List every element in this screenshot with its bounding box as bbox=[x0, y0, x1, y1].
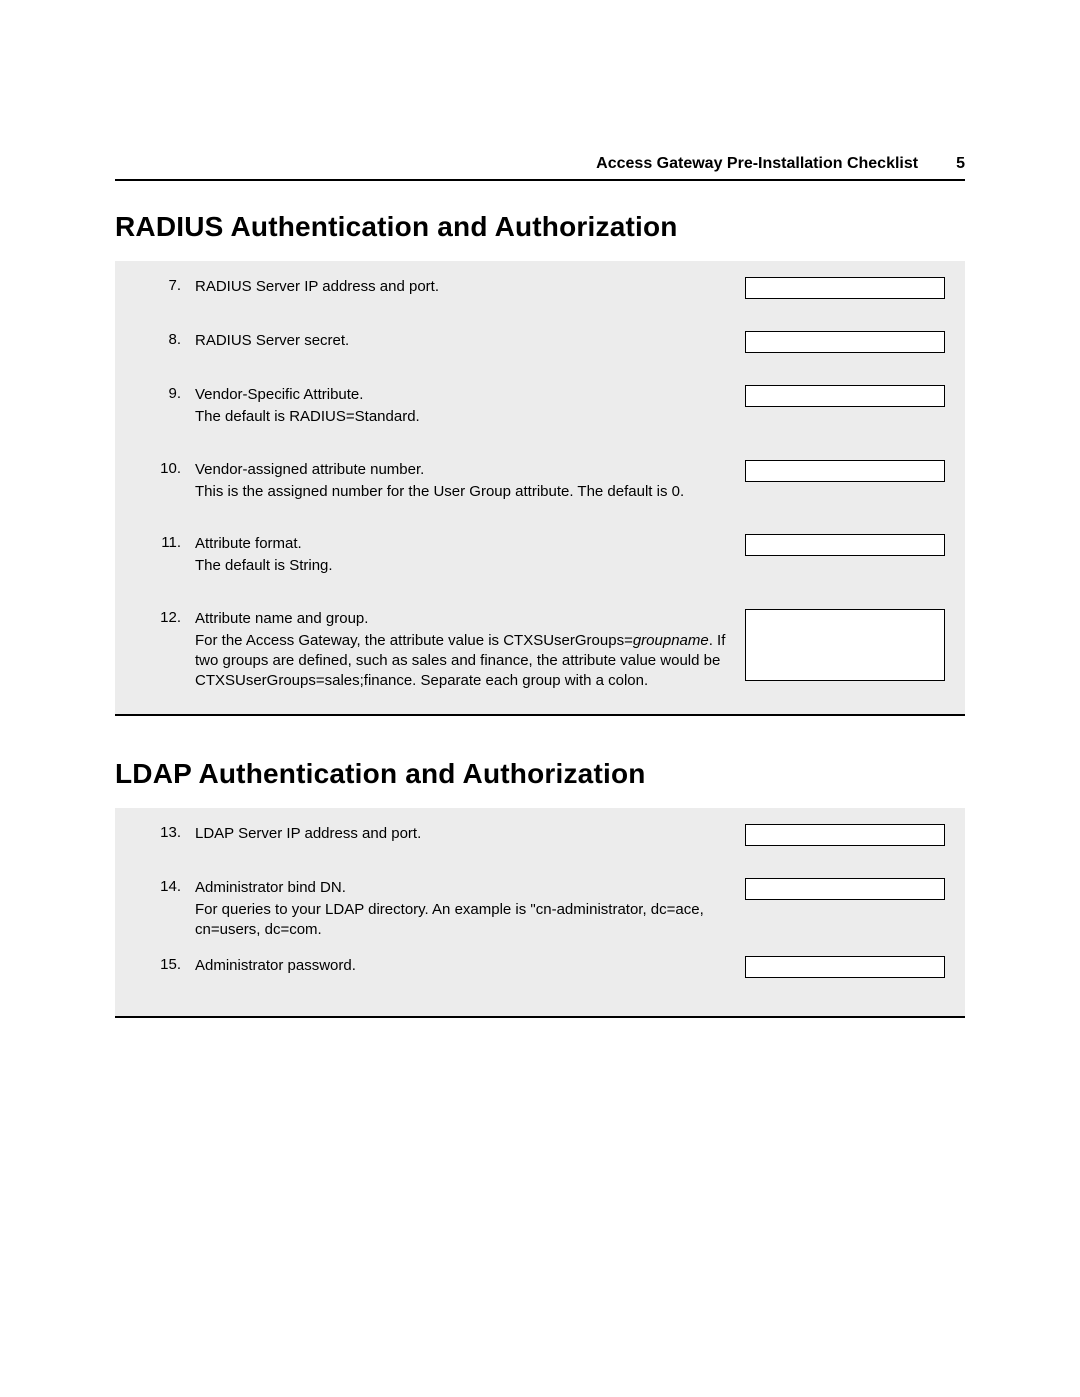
header-title: Access Gateway Pre-Installation Checklis… bbox=[596, 155, 956, 173]
row-7: 7. RADIUS Server IP address and port. bbox=[115, 269, 965, 323]
ldap-server-ip-input[interactable] bbox=[745, 824, 945, 846]
item-desc: For the Access Gateway, the attribute va… bbox=[195, 631, 727, 692]
row-11: 11. Attribute format. The default is Str… bbox=[115, 526, 965, 601]
label-text: Administrator bind DN. bbox=[195, 879, 346, 896]
item-number: 12. bbox=[137, 609, 195, 626]
desc-pre: For the Access Gateway, the attribute va… bbox=[195, 632, 633, 649]
input-col bbox=[745, 460, 951, 482]
item-label: Vendor-assigned attribute number. This i… bbox=[195, 460, 745, 503]
row-8: 8. RADIUS Server secret. bbox=[115, 323, 965, 377]
item-desc: This is the assigned number for the User… bbox=[195, 482, 727, 502]
label-text: LDAP Server IP address and port. bbox=[195, 825, 421, 842]
input-col bbox=[745, 385, 951, 407]
radius-server-ip-input[interactable] bbox=[745, 277, 945, 299]
vendor-specific-attr-input[interactable] bbox=[745, 385, 945, 407]
ldap-heading: LDAP Authentication and Authorization bbox=[115, 758, 965, 790]
row-14: 14. Administrator bind DN. For queries t… bbox=[115, 870, 965, 949]
input-col bbox=[745, 956, 951, 978]
item-label: RADIUS Server IP address and port. bbox=[195, 277, 745, 297]
header-rule bbox=[115, 179, 965, 181]
item-label: Vendor-Specific Attribute. The default i… bbox=[195, 385, 745, 428]
page-number: 5 bbox=[956, 155, 965, 173]
row-12: 12. Attribute name and group. For the Ac… bbox=[115, 601, 965, 700]
label-text: Attribute format. bbox=[195, 535, 302, 552]
label-text: Vendor-assigned attribute number. bbox=[195, 461, 424, 478]
item-label: Administrator password. bbox=[195, 956, 745, 976]
item-number: 9. bbox=[137, 385, 195, 402]
label-text: Attribute name and group. bbox=[195, 610, 368, 627]
admin-password-input[interactable] bbox=[745, 956, 945, 978]
item-desc: The default is RADIUS=Standard. bbox=[195, 407, 727, 427]
attribute-format-input[interactable] bbox=[745, 534, 945, 556]
input-col bbox=[745, 609, 951, 681]
input-col bbox=[745, 331, 951, 353]
page-header: Access Gateway Pre-Installation Checklis… bbox=[115, 155, 965, 173]
input-col bbox=[745, 277, 951, 299]
input-col bbox=[745, 878, 951, 900]
item-desc: The default is String. bbox=[195, 556, 727, 576]
radius-block: 7. RADIUS Server IP address and port. 8.… bbox=[115, 261, 965, 716]
item-number: 13. bbox=[137, 824, 195, 841]
page: Access Gateway Pre-Installation Checklis… bbox=[0, 0, 1080, 1397]
item-number: 14. bbox=[137, 878, 195, 895]
item-number: 8. bbox=[137, 331, 195, 348]
item-label: LDAP Server IP address and port. bbox=[195, 824, 745, 844]
vendor-attr-number-input[interactable] bbox=[745, 460, 945, 482]
ldap-block: 13. LDAP Server IP address and port. 14.… bbox=[115, 808, 965, 1019]
label-text: RADIUS Server secret. bbox=[195, 332, 349, 349]
item-number: 11. bbox=[137, 534, 195, 551]
input-col bbox=[745, 824, 951, 846]
row-9: 9. Vendor-Specific Attribute. The defaul… bbox=[115, 377, 965, 452]
row-15: 15. Administrator password. bbox=[115, 948, 965, 1002]
item-label: Attribute format. The default is String. bbox=[195, 534, 745, 577]
desc-em: groupname bbox=[633, 632, 709, 649]
radius-heading: RADIUS Authentication and Authorization bbox=[115, 211, 965, 243]
item-number: 10. bbox=[137, 460, 195, 477]
item-label: RADIUS Server secret. bbox=[195, 331, 745, 351]
item-label: Administrator bind DN. For queries to yo… bbox=[195, 878, 745, 941]
item-desc: For queries to your LDAP directory. An e… bbox=[195, 900, 727, 941]
item-number: 7. bbox=[137, 277, 195, 294]
row-13: 13. LDAP Server IP address and port. bbox=[115, 816, 965, 870]
label-text: Vendor-Specific Attribute. bbox=[195, 386, 363, 403]
admin-bind-dn-input[interactable] bbox=[745, 878, 945, 900]
item-number: 15. bbox=[137, 956, 195, 973]
label-text: Administrator password. bbox=[195, 957, 356, 974]
radius-server-secret-input[interactable] bbox=[745, 331, 945, 353]
row-10: 10. Vendor-assigned attribute number. Th… bbox=[115, 452, 965, 527]
input-col bbox=[745, 534, 951, 556]
attribute-name-group-input[interactable] bbox=[745, 609, 945, 681]
label-text: RADIUS Server IP address and port. bbox=[195, 278, 439, 295]
item-label: Attribute name and group. For the Access… bbox=[195, 609, 745, 692]
